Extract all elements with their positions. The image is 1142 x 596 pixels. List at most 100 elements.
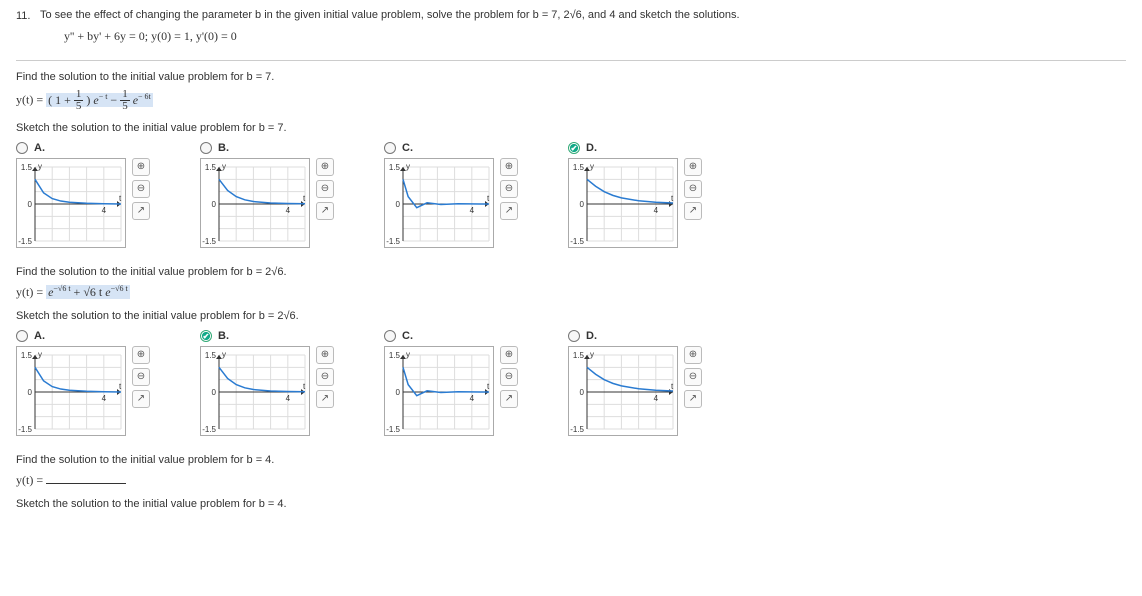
popout-icon[interactable]: ↗ bbox=[316, 390, 334, 408]
svg-text:-1.5: -1.5 bbox=[18, 237, 32, 246]
zoom-out-icon[interactable]: ⊖ bbox=[132, 368, 150, 386]
p2-label-a: A. bbox=[34, 330, 45, 342]
svg-text:1.5: 1.5 bbox=[205, 163, 217, 172]
svg-text:y: y bbox=[222, 162, 226, 171]
zoom-in-icon[interactable]: ⊕ bbox=[500, 346, 518, 364]
svg-text:y: y bbox=[590, 350, 594, 359]
popout-icon[interactable]: ↗ bbox=[500, 202, 518, 220]
p1-graph-d: yt1.5-1.540⊕⊖↗ bbox=[568, 158, 702, 248]
svg-text:4: 4 bbox=[470, 206, 475, 215]
svg-text:-1.5: -1.5 bbox=[202, 237, 216, 246]
p1-radio-b[interactable] bbox=[200, 142, 212, 154]
svg-text:4: 4 bbox=[102, 206, 107, 215]
p1-label-a: A. bbox=[34, 142, 45, 154]
svg-text:1.5: 1.5 bbox=[573, 351, 585, 360]
svg-text:0: 0 bbox=[212, 200, 217, 209]
svg-text:4: 4 bbox=[286, 394, 291, 403]
popout-icon[interactable]: ↗ bbox=[500, 390, 518, 408]
p2-label-d: D. bbox=[586, 330, 597, 342]
svg-text:4: 4 bbox=[654, 394, 659, 403]
p1-radio-d[interactable] bbox=[568, 142, 580, 154]
svg-text:0: 0 bbox=[580, 388, 585, 397]
p1-sketch: Sketch the solution to the initial value… bbox=[16, 122, 1126, 134]
svg-text:0: 0 bbox=[28, 200, 33, 209]
zoom-out-icon[interactable]: ⊖ bbox=[500, 368, 518, 386]
zoom-out-icon[interactable]: ⊖ bbox=[684, 368, 702, 386]
svg-text:y: y bbox=[590, 162, 594, 171]
zoom-in-icon[interactable]: ⊕ bbox=[132, 158, 150, 176]
popout-icon[interactable]: ↗ bbox=[316, 202, 334, 220]
p2-label-c: C. bbox=[402, 330, 413, 342]
svg-text:-1.5: -1.5 bbox=[570, 237, 584, 246]
svg-text:4: 4 bbox=[102, 394, 107, 403]
p2-radio-d[interactable] bbox=[568, 330, 580, 342]
svg-text:0: 0 bbox=[396, 200, 401, 209]
p2-graph-c: yt1.5-1.540⊕⊖↗ bbox=[384, 346, 518, 436]
svg-text:0: 0 bbox=[580, 200, 585, 209]
svg-text:1.5: 1.5 bbox=[389, 351, 401, 360]
svg-text:-1.5: -1.5 bbox=[18, 425, 32, 434]
p1-graph-b: yt1.5-1.540⊕⊖↗ bbox=[200, 158, 334, 248]
p2-radio-a[interactable] bbox=[16, 330, 28, 342]
zoom-in-icon[interactable]: ⊕ bbox=[132, 346, 150, 364]
svg-text:y: y bbox=[406, 350, 410, 359]
svg-text:4: 4 bbox=[654, 206, 659, 215]
svg-text:1.5: 1.5 bbox=[205, 351, 217, 360]
p1-label-d: D. bbox=[586, 142, 597, 154]
p2-sketch: Sketch the solution to the initial value… bbox=[16, 310, 1126, 322]
p2-label-b: B. bbox=[218, 330, 229, 342]
svg-text:0: 0 bbox=[28, 388, 33, 397]
zoom-in-icon[interactable]: ⊕ bbox=[684, 346, 702, 364]
p2-options: A. y t 1.5 -1.5 4 0 ⊕ ⊖ ↗ B. y t 1.5 -1.5 4 0 ⊕ ⊖ ↗ C. y… bbox=[16, 330, 1126, 436]
svg-text:y: y bbox=[38, 350, 42, 359]
p2-find: Find the solution to the initial value p… bbox=[16, 266, 1126, 278]
p1-radio-a[interactable] bbox=[16, 142, 28, 154]
intro-text: To see the effect of changing the parame… bbox=[40, 8, 1126, 23]
popout-icon[interactable]: ↗ bbox=[684, 202, 702, 220]
svg-text:1.5: 1.5 bbox=[389, 163, 401, 172]
popout-icon[interactable]: ↗ bbox=[132, 202, 150, 220]
zoom-out-icon[interactable]: ⊖ bbox=[316, 180, 334, 198]
svg-text:0: 0 bbox=[212, 388, 217, 397]
zoom-out-icon[interactable]: ⊖ bbox=[500, 180, 518, 198]
popout-icon[interactable]: ↗ bbox=[684, 390, 702, 408]
svg-text:t: t bbox=[671, 194, 674, 203]
p3-ylabel: y(t) = bbox=[16, 473, 43, 487]
p2-radio-b[interactable] bbox=[200, 330, 212, 342]
popout-icon[interactable]: ↗ bbox=[132, 390, 150, 408]
separator bbox=[16, 60, 1126, 61]
svg-text:t: t bbox=[671, 382, 674, 391]
svg-text:0: 0 bbox=[396, 388, 401, 397]
p3-answer: y(t) = bbox=[16, 472, 1126, 488]
p3-sketch: Sketch the solution to the initial value… bbox=[16, 498, 1126, 510]
zoom-out-icon[interactable]: ⊖ bbox=[132, 180, 150, 198]
zoom-in-icon[interactable]: ⊕ bbox=[500, 158, 518, 176]
zoom-out-icon[interactable]: ⊖ bbox=[316, 368, 334, 386]
p2-radio-c[interactable] bbox=[384, 330, 396, 342]
question-number: 11. bbox=[16, 8, 40, 22]
p3-blank[interactable] bbox=[46, 472, 126, 484]
p1-radio-c[interactable] bbox=[384, 142, 396, 154]
p2-graph-b: yt1.5-1.540⊕⊖↗ bbox=[200, 346, 334, 436]
svg-text:t: t bbox=[119, 194, 122, 203]
zoom-in-icon[interactable]: ⊕ bbox=[316, 346, 334, 364]
svg-text:t: t bbox=[303, 382, 306, 391]
ode-equation: y'' + by' + 6y = 0; y(0) = 1, y'(0) = 0 bbox=[64, 29, 1126, 44]
p2-answer: y(t) = e−√6 t + √6 t e−√6 t bbox=[16, 284, 1126, 300]
svg-text:-1.5: -1.5 bbox=[202, 425, 216, 434]
zoom-in-icon[interactable]: ⊕ bbox=[316, 158, 334, 176]
svg-text:-1.5: -1.5 bbox=[386, 425, 400, 434]
zoom-in-icon[interactable]: ⊕ bbox=[684, 158, 702, 176]
svg-text:t: t bbox=[119, 382, 122, 391]
svg-text:t: t bbox=[487, 194, 490, 203]
p1-label-b: B. bbox=[218, 142, 229, 154]
p2-graph-a: yt1.5-1.540⊕⊖↗ bbox=[16, 346, 150, 436]
svg-text:y: y bbox=[38, 162, 42, 171]
svg-text:-1.5: -1.5 bbox=[570, 425, 584, 434]
p1-label-c: C. bbox=[402, 142, 413, 154]
zoom-out-icon[interactable]: ⊖ bbox=[684, 180, 702, 198]
p1-answer: y(t) = ( 1 + 15 ) e− t − 15 e− 6t bbox=[16, 89, 1126, 112]
p2-graph-d: y t 1.5 -1.5 4 0 ⊕ ⊖ ↗ bbox=[568, 346, 702, 436]
p1-graph-c: yt1.5-1.540⊕⊖↗ bbox=[384, 158, 518, 248]
svg-text:4: 4 bbox=[286, 206, 291, 215]
